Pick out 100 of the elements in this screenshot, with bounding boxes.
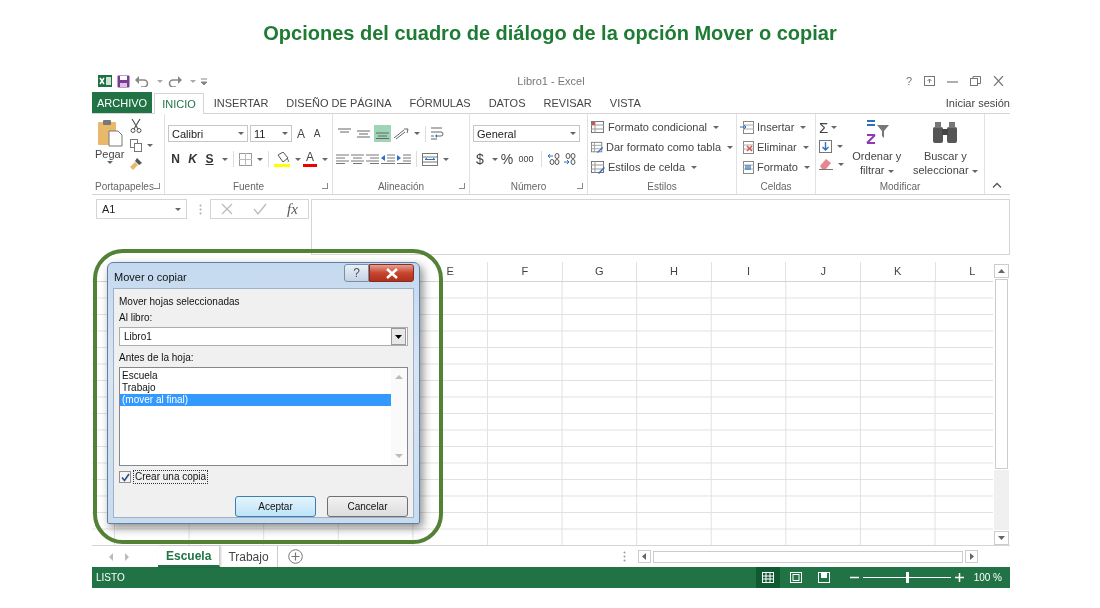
thousands-button[interactable]: 000 (516, 154, 536, 164)
scroll-thumb[interactable] (995, 279, 1008, 469)
scroll-down-icon[interactable] (994, 531, 1009, 545)
increase-indent-icon[interactable] (397, 154, 411, 164)
scroll-thumb[interactable] (652, 550, 963, 563)
collapse-ribbon-icon[interactable] (992, 182, 1002, 188)
customize-icon[interactable] (201, 77, 207, 85)
dialog-launcher-icon[interactable] (322, 183, 328, 189)
ribbon-tab[interactable]: REVISAR (535, 92, 600, 113)
workbook-dropdown[interactable]: Libro1 (119, 327, 408, 346)
help-button[interactable]: ? (344, 264, 369, 282)
number-format-field[interactable]: General (473, 125, 580, 142)
new-sheet-icon[interactable] (287, 549, 303, 564)
find-select-button[interactable]: Buscar y seleccionar (909, 119, 981, 178)
caret-icon[interactable] (322, 157, 328, 161)
ribbon-tab[interactable]: FÓRMULAS (401, 92, 479, 113)
autosum-button[interactable]: Σ (819, 119, 844, 135)
bold-button[interactable]: N (168, 152, 183, 166)
paintbrush-icon[interactable] (130, 158, 143, 170)
conditional-format-button[interactable]: Formato condicional (591, 118, 733, 136)
fill-down-icon[interactable] (819, 140, 832, 153)
caret-icon[interactable] (147, 144, 154, 147)
caret-icon[interactable] (222, 157, 228, 161)
caret-icon[interactable] (492, 157, 498, 161)
grip-icon[interactable] (622, 551, 626, 562)
decrease-decimal-icon[interactable] (563, 153, 577, 165)
name-box[interactable]: A1 (96, 199, 187, 219)
column-header[interactable]: I (747, 265, 751, 277)
cancel-button[interactable]: Cancelar (327, 496, 408, 517)
column-header[interactable]: J (820, 265, 826, 277)
scroll-left-icon[interactable] (637, 550, 651, 563)
wrap-text-icon[interactable] (431, 127, 445, 140)
dialog-launcher-icon[interactable] (154, 183, 160, 189)
ribbon-tab[interactable]: ARCHIVO (92, 92, 153, 113)
caret-icon[interactable] (295, 157, 301, 161)
copy-icon[interactable] (130, 139, 143, 152)
ribbon-tab[interactable]: DISEÑO DE PÁGINA (278, 92, 400, 113)
format-as-table-button[interactable]: Dar formato como tabla (591, 138, 733, 156)
font-name-field[interactable]: Calibri (168, 125, 248, 142)
ok-button[interactable]: Aceptar (235, 496, 316, 517)
borders-icon[interactable] (239, 152, 252, 166)
cell-styles-button[interactable]: Estilos de celda (591, 158, 733, 176)
currency-button[interactable]: $ (473, 151, 487, 167)
redo-icon[interactable] (168, 75, 182, 87)
grow-font-button[interactable]: A (294, 126, 308, 141)
font-color-button[interactable]: A (303, 151, 317, 167)
sign-in-link[interactable]: Iniciar sesión (945, 96, 1010, 109)
insert-function-button[interactable]: fx (287, 200, 298, 218)
sort-filter-button[interactable]: Ordenar y filtrar (848, 119, 906, 178)
save-icon[interactable] (117, 74, 130, 88)
help-button[interactable]: ? (905, 75, 912, 87)
column-header[interactable]: K (894, 265, 902, 277)
zoom-in-icon[interactable] (954, 573, 964, 582)
scroll-right-icon[interactable] (964, 550, 978, 563)
dialog-launcher-icon[interactable] (459, 183, 465, 189)
underline-button[interactable]: S (202, 152, 217, 166)
check-icon[interactable] (253, 203, 268, 215)
column-header[interactable]: G (595, 265, 604, 277)
caret-icon[interactable] (414, 132, 420, 135)
paste-button[interactable]: Pegar (95, 117, 125, 178)
caret-icon[interactable] (443, 157, 449, 161)
column-header[interactable]: L (969, 265, 976, 277)
increase-decimal-icon[interactable] (547, 153, 561, 165)
eraser-icon[interactable] (819, 158, 833, 170)
formula-input[interactable] (311, 199, 1010, 255)
shrink-font-button[interactable]: A (310, 128, 324, 139)
checkbox[interactable] (119, 471, 131, 483)
orientation-icon[interactable] (393, 127, 409, 140)
list-item[interactable]: Trabajo (120, 382, 391, 394)
decrease-indent-icon[interactable] (381, 154, 395, 164)
ribbon-display-icon[interactable] (924, 76, 935, 86)
align-right-icon[interactable] (366, 154, 379, 164)
caret-icon[interactable] (837, 145, 843, 148)
sheet-tab[interactable]: Escuela (158, 546, 221, 567)
caret-icon[interactable] (838, 162, 844, 166)
percent-button[interactable]: % (500, 151, 514, 167)
close-icon[interactable] (993, 76, 1004, 86)
font-size-field[interactable]: 11 (250, 125, 292, 142)
ribbon-tab[interactable]: VISTA (601, 92, 649, 113)
caret-icon[interactable] (257, 157, 263, 161)
checkbox-label[interactable]: Crear una copia (133, 470, 209, 484)
slider-thumb[interactable] (905, 572, 909, 583)
column-header[interactable]: F (521, 265, 529, 277)
delete-cells-button[interactable]: Eliminar (740, 138, 812, 156)
fill-color-icon[interactable] (274, 151, 290, 167)
list-item[interactable]: Escuela (120, 370, 391, 382)
insert-cells-button[interactable]: Insertar (740, 118, 812, 136)
restore-icon[interactable] (970, 76, 981, 86)
ribbon-tab[interactable]: DATOS (480, 92, 534, 113)
sheet-listbox[interactable]: Escuela Trabajo (mover al final) (119, 367, 408, 466)
align-left-icon[interactable] (336, 154, 349, 164)
undo-icon[interactable] (135, 75, 149, 87)
align-center-icon[interactable] (351, 154, 364, 164)
ribbon-tab[interactable]: INSERTAR (205, 92, 277, 113)
close-button[interactable] (369, 264, 414, 282)
normal-view-button[interactable] (755, 567, 780, 588)
zoom-level[interactable]: 100 % (973, 572, 1002, 583)
column-header[interactable]: H (669, 265, 678, 277)
italic-button[interactable]: K (185, 152, 200, 166)
bottom-align-button[interactable] (374, 125, 391, 142)
